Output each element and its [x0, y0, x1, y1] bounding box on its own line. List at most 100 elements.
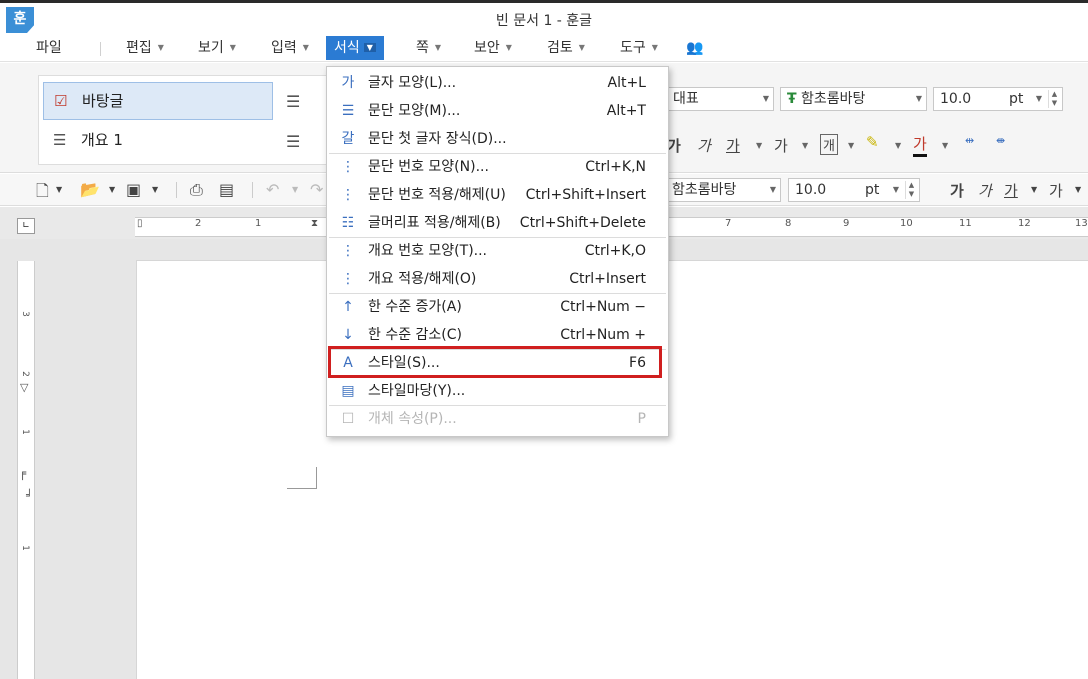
format-menu-item-shortcut: Ctrl+Insert — [569, 271, 646, 287]
format-menu-item[interactable]: ⋮ 문단 번호 모양(N)... Ctrl+K,N — [327, 153, 668, 181]
format-menu-item[interactable]: ⋮ 문단 번호 적용/해제(U) Ctrl+Shift+Insert — [327, 181, 668, 209]
vertical-ruler[interactable]: 3 2 ▽ 1 ╒ ╛ 1 — [17, 261, 35, 679]
style-item-outline-1[interactable]: ☰ 개요 1 — [43, 122, 273, 160]
align-justify-icon[interactable]: ☰ — [286, 132, 300, 151]
format-menu-item[interactable]: ↓ 한 수준 감소(C) Ctrl+Num + — [327, 321, 668, 349]
format-menu-dropdown: 가 글자 모양(L)... Alt+L ☰ 문단 모양(M)... Alt+T 갈 문단 첫 … — [326, 66, 669, 437]
chevron-down-icon: ▼ — [1035, 94, 1042, 103]
italic-button[interactable]: 가 — [978, 180, 992, 201]
chevron-down-icon: ▼ — [915, 94, 922, 103]
font-type-icon: Ŧ — [787, 91, 797, 107]
menu-page-label: 쪽 — [416, 40, 429, 56]
align-justify-icon[interactable]: ☰ — [286, 92, 300, 111]
menu-review[interactable]: 검토 ▼ — [539, 36, 593, 60]
chevron-down-icon[interactable]: ▼ — [1031, 185, 1037, 194]
window-title: 빈 문서 1 - 훈글 — [495, 13, 593, 29]
char-spacing-narrow-icon[interactable]: ⇼ — [996, 134, 1005, 147]
menu-view[interactable]: 보기 ▼ — [190, 36, 244, 60]
toolbar-size-value: 10.0 — [795, 182, 827, 198]
chevron-down-icon[interactable]: ▼ — [109, 185, 115, 194]
print-icon[interactable]: ⎙ — [190, 180, 203, 200]
toolbar-size-unit: pt — [865, 182, 880, 198]
format-menu-item[interactable]: ⋮ 개요 적용/해제(O) Ctrl+Insert — [327, 265, 668, 293]
highlighter-icon[interactable]: ✎ — [866, 133, 879, 151]
ruler-number: 1 — [255, 218, 262, 229]
chevron-down-icon[interactable]: ▼ — [848, 141, 854, 150]
format-menu-item[interactable]: ⋮ 개요 번호 모양(T)... Ctrl+K,O — [327, 237, 668, 265]
print-preview-icon[interactable]: ▤ — [219, 180, 234, 199]
format-menu-item: ☐ 개체 속성(P)... P — [327, 405, 668, 433]
menu-security-label: 보안 — [474, 40, 500, 56]
format-menu-item[interactable]: 가 글자 모양(L)... Alt+L — [327, 69, 668, 97]
format-menu-item-label: 한 수준 감소(C) — [368, 327, 462, 343]
format-menu-item-label: 개요 번호 모양(T)... — [368, 243, 488, 259]
format-menu-item[interactable]: 갈 문단 첫 글자 장식(D)... — [327, 125, 668, 153]
chevron-down-icon[interactable]: ▼ — [152, 185, 158, 194]
spinner-icon[interactable]: ▲ ▼ — [905, 181, 917, 199]
highlight-box — [328, 346, 662, 378]
chevron-down-icon: ▼ — [762, 94, 769, 103]
chevron-down-icon[interactable]: ▼ — [292, 185, 298, 194]
bullet-icon: ☷ — [341, 215, 355, 231]
underline-button[interactable]: 가 — [726, 135, 740, 156]
italic-button[interactable]: 가 — [697, 135, 711, 156]
ruler-indent-icon[interactable]: ╒ — [19, 466, 26, 480]
format-menu-item-shortcut: Ctrl+Shift+Delete — [519, 215, 646, 231]
chevron-down-icon[interactable]: ▼ — [756, 141, 762, 150]
ruler-number: 12 — [1018, 218, 1031, 229]
ruler-number: 10 — [900, 218, 913, 229]
toolbar-size-select[interactable]: 10.0 pt ▼ ▲ ▼ — [788, 178, 920, 202]
format-menu-item-label: 스타일마당(Y)... — [368, 383, 466, 399]
menu-format[interactable]: 서식 ▼ — [326, 36, 384, 60]
menu-security[interactable]: 보안 ▼ — [466, 36, 520, 60]
font-select[interactable]: Ŧ 함초롬바탕 ▼ — [780, 87, 927, 111]
object-props-icon: ☐ — [341, 411, 355, 427]
font-size-select[interactable]: 10.0 pt ▼ ▲ ▼ — [933, 87, 1063, 111]
spinner-icon[interactable]: ▲ ▼ — [1048, 90, 1060, 108]
format-menu-item[interactable]: ☰ 문단 모양(M)... Alt+T — [327, 97, 668, 125]
format-menu-item[interactable]: ☷ 글머리표 적용/해제(B) Ctrl+Shift+Delete — [327, 209, 668, 237]
font-color-button[interactable]: 가 — [913, 133, 927, 157]
char-spacing-wide-icon[interactable]: ⇹ — [965, 134, 974, 147]
chevron-down-icon[interactable]: ▼ — [802, 141, 808, 150]
open-folder-icon[interactable]: 📂 — [80, 180, 100, 199]
format-menu-item-shortcut: Alt+T — [606, 103, 646, 119]
chevron-down-icon[interactable]: ▼ — [942, 141, 948, 150]
chevron-down-icon: ▼ — [578, 43, 585, 52]
ruler-indent-icon[interactable]: ⧗ — [311, 218, 318, 229]
chevron-down-icon[interactable]: ▼ — [895, 141, 901, 150]
ruler-marker-icon[interactable]: ▯ — [137, 218, 143, 229]
underline-button[interactable]: 가 — [1004, 180, 1018, 201]
ruler-marker-icon[interactable]: ▽ — [20, 381, 28, 394]
new-document-icon[interactable]: 🗋 — [36, 180, 49, 207]
format-menu-item-label: 개요 적용/해제(O) — [368, 271, 477, 287]
para-shape-icon: ☰ — [341, 103, 355, 119]
style-item-body[interactable]: ☑ 바탕글 — [43, 82, 273, 120]
format-menu-item[interactable]: ▤ 스타일마당(Y)... — [327, 377, 668, 405]
menu-tools[interactable]: 도구 ▼ — [612, 36, 666, 60]
format-menu-item[interactable]: ↑ 한 수준 증가(A) Ctrl+Num − — [327, 293, 668, 321]
redo-icon[interactable]: ↷ — [310, 180, 323, 199]
strikethrough-button[interactable]: 가 — [774, 135, 788, 156]
menu-page[interactable]: 쪽 ▼ — [408, 36, 449, 60]
collaboration-icon: 👥 — [686, 40, 704, 56]
chevron-down-icon[interactable]: ▼ — [56, 185, 62, 194]
save-icon[interactable]: ▣ — [126, 180, 141, 199]
ruler-indent-icon[interactable]: ╛ — [26, 489, 33, 502]
undo-icon[interactable]: ↶ — [266, 180, 279, 199]
strikethrough-button[interactable]: 가 — [1049, 180, 1063, 201]
chevron-down-icon[interactable]: ▼ — [1075, 185, 1081, 194]
style-gallery-icon: ▤ — [341, 383, 355, 399]
toolbar-font-select[interactable]: 함초롬바탕 ▼ — [665, 178, 781, 202]
bold-button[interactable]: 가 — [950, 180, 964, 201]
outline-char-button[interactable]: 개 — [820, 134, 838, 155]
menu-file-label: 파일 — [36, 40, 62, 56]
tab-type-button[interactable]: ∟ — [17, 218, 35, 234]
menu-edit[interactable]: 편집 ▼ — [118, 36, 172, 60]
menu-file[interactable]: 파일 — [28, 36, 70, 60]
checked-style-icon: ☑ — [54, 92, 68, 110]
style-select[interactable]: 대표 ▼ — [666, 87, 774, 111]
format-menu-item-label: 문단 모양(M)... — [368, 103, 461, 119]
bold-button[interactable]: 가 — [667, 135, 681, 156]
menu-insert[interactable]: 입력 ▼ — [263, 36, 317, 60]
